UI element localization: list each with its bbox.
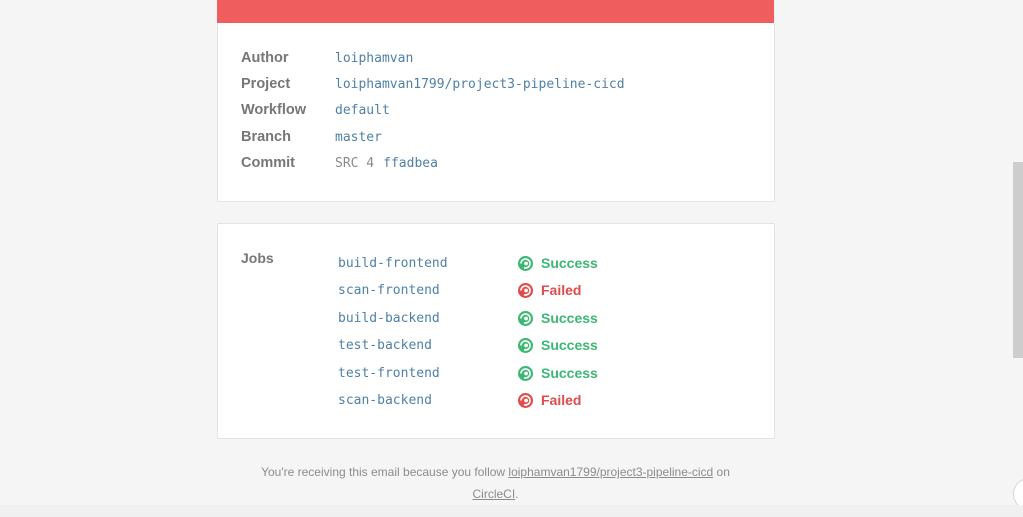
- job-row: build-frontend Success: [338, 252, 598, 274]
- job-name-link[interactable]: build-frontend: [338, 256, 518, 271]
- project-link[interactable]: loiphamvan1799/project3-pipeline-cicd: [335, 77, 625, 92]
- author-row: Author loiphamvan: [241, 47, 413, 69]
- author-label: Author: [241, 50, 289, 66]
- footer-project-link[interactable]: loiphamvan1799/project3-pipeline-cicd: [508, 465, 713, 479]
- job-status: Success: [518, 365, 598, 381]
- bottom-bar: [0, 505, 1023, 517]
- circleci-success-icon: [518, 365, 533, 381]
- commit-prefix: SRC 4: [335, 155, 375, 171]
- footer-period: .: [515, 487, 519, 501]
- job-status: Success: [518, 255, 598, 271]
- job-status-label: Failed: [541, 392, 582, 408]
- scrollbar-thumb[interactable]: [1013, 162, 1023, 358]
- job-row: test-frontend Success: [338, 362, 598, 384]
- circleci-success-icon: [518, 337, 533, 353]
- job-name-link[interactable]: test-backend: [338, 338, 518, 353]
- circleci-success-icon: [518, 310, 533, 326]
- job-row: test-backend Success: [338, 334, 598, 356]
- branch-row: Branch master: [241, 126, 382, 148]
- job-status-label: Success: [541, 365, 598, 381]
- footer-text-after: on: [713, 465, 730, 479]
- branch-link[interactable]: master: [335, 130, 382, 145]
- commit-row: Commit SRC 4 ffadbea: [241, 152, 438, 174]
- author-link[interactable]: loiphamvan: [335, 51, 413, 66]
- commit-hash-link[interactable]: ffadbea: [383, 156, 438, 171]
- job-name-link[interactable]: scan-backend: [338, 393, 518, 408]
- circleci-success-icon: [518, 255, 533, 271]
- footer-circleci-link[interactable]: CircleCI: [472, 487, 515, 501]
- workflow-link[interactable]: default: [335, 103, 390, 118]
- job-status-label: Success: [541, 337, 598, 353]
- circleci-failed-icon: [518, 282, 533, 298]
- project-row: Project loiphamvan1799/project3-pipeline…: [241, 73, 625, 95]
- project-label: Project: [241, 76, 291, 92]
- job-status-label: Failed: [541, 282, 582, 298]
- email-footer: You're receiving this email because you …: [217, 461, 774, 505]
- workflow-info-card: Author loiphamvan Project loiphamvan1799…: [217, 23, 775, 202]
- job-row: scan-frontend Failed: [338, 279, 581, 301]
- job-name-link[interactable]: scan-frontend: [338, 283, 518, 298]
- job-status: Success: [518, 310, 598, 326]
- footer-text: You're receiving this email because you …: [261, 465, 509, 479]
- job-name-link[interactable]: build-backend: [338, 311, 518, 326]
- email-body: Author loiphamvan Project loiphamvan1799…: [0, 0, 990, 517]
- workflow-label: Workflow: [241, 102, 306, 118]
- branch-label: Branch: [241, 129, 291, 145]
- jobs-label: Jobs: [241, 250, 274, 266]
- job-row: scan-backend Failed: [338, 389, 581, 411]
- jobs-card: Jobs build-frontend Success scan-fronten…: [217, 223, 775, 439]
- circleci-failed-icon: [518, 392, 533, 408]
- job-status: Failed: [518, 282, 581, 298]
- job-status: Success: [518, 337, 598, 353]
- job-name-link[interactable]: test-frontend: [338, 366, 518, 381]
- failure-banner: [217, 0, 774, 23]
- job-status-label: Success: [541, 310, 598, 326]
- job-status-label: Success: [541, 255, 598, 271]
- commit-label: Commit: [241, 155, 295, 171]
- job-row: build-backend Success: [338, 307, 598, 329]
- workflow-row: Workflow default: [241, 99, 390, 121]
- job-status: Failed: [518, 392, 581, 408]
